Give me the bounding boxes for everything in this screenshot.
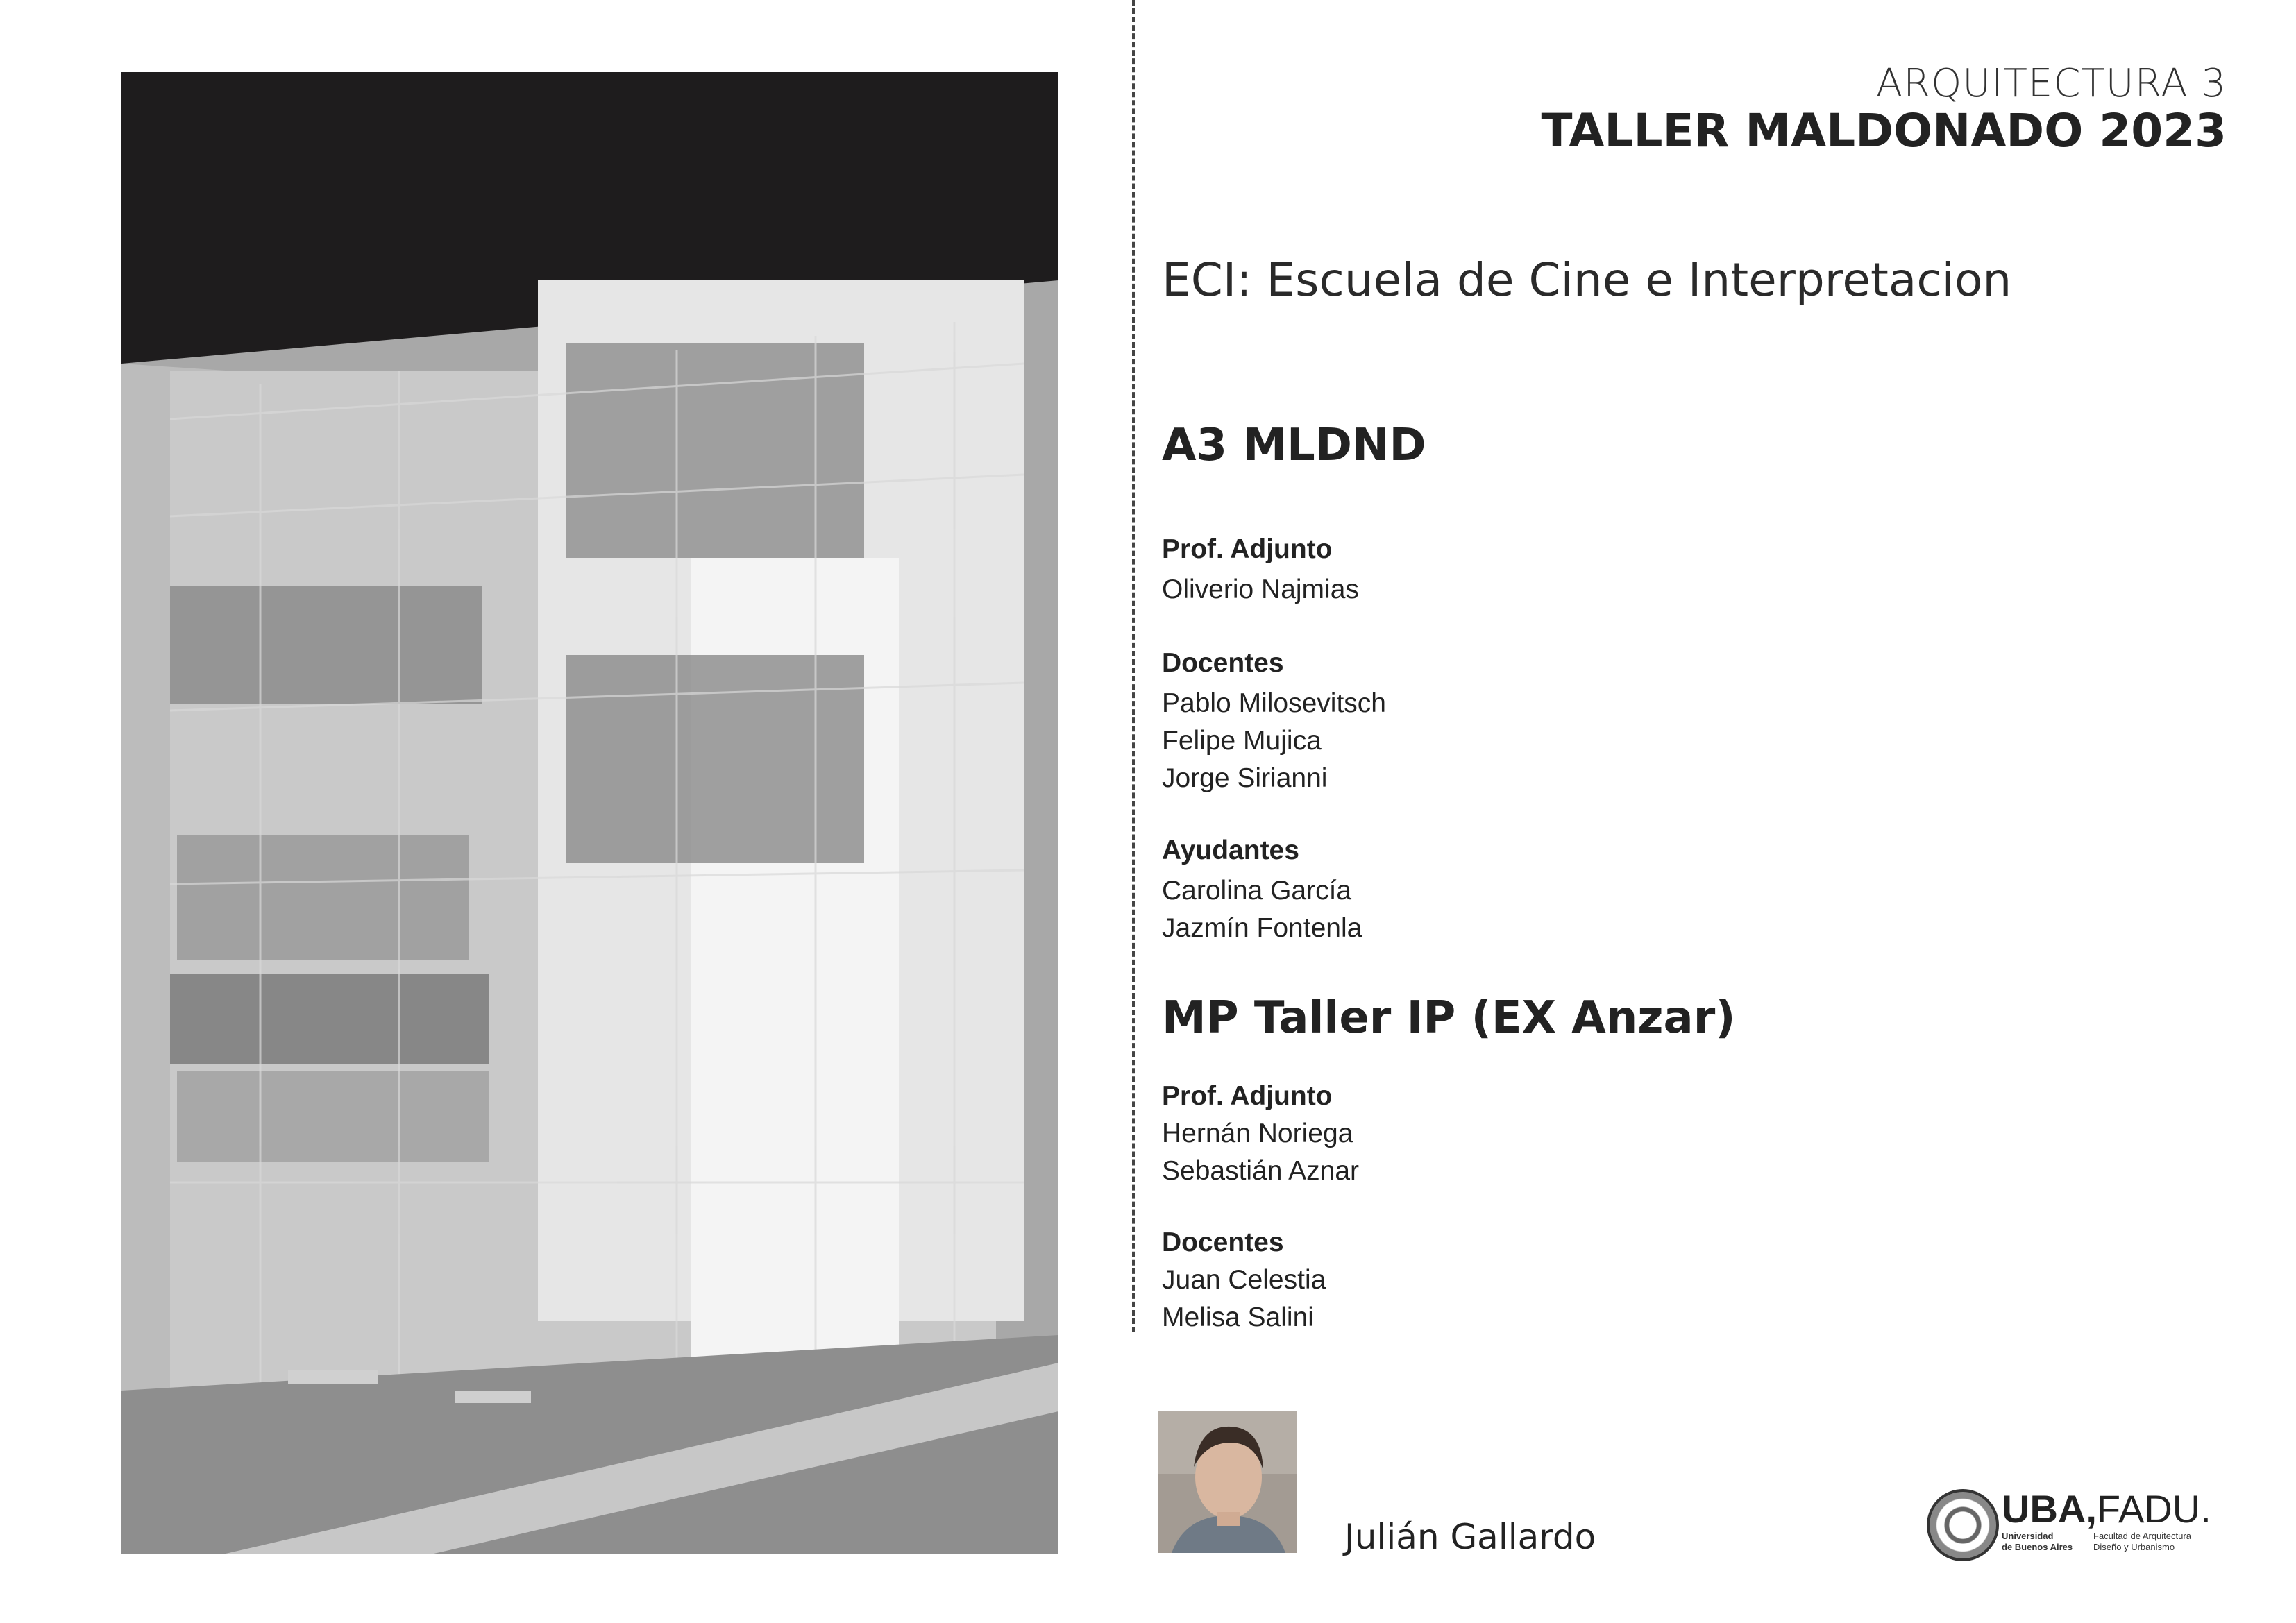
workshop-name: TALLER MALDONADO 2023 [1541, 104, 2227, 158]
mp-prof-group: Prof. Adjunto Hernán Noriega Sebastián A… [1162, 1078, 1359, 1190]
a3-docentes-group: Docentes Pablo Milosevitsch Felipe Mujic… [1162, 645, 1386, 797]
section-title-a3: A3 MLDND [1162, 420, 1426, 471]
person-name: Hernán Noriega [1162, 1119, 1353, 1148]
role-heading: Ayudantes [1162, 835, 1299, 865]
person-name: Melisa Salini [1162, 1302, 1314, 1332]
logo-university-text: Universidad de Buenos Aires [2002, 1531, 2073, 1552]
university-seal-icon [1927, 1489, 1999, 1561]
dashed-divider [1132, 0, 1135, 1332]
role-heading: Prof. Adjunto [1162, 534, 1333, 564]
a3-ayudantes-group: Ayudantes Carolina García Jazmín Fontenl… [1162, 832, 1362, 947]
logo-faculty-text: Facultad de Arquitectura Diseño y Urbani… [2093, 1531, 2191, 1552]
person-name: Juan Celestia [1162, 1265, 1326, 1295]
role-heading: Docentes [1162, 1227, 1284, 1257]
person-name: Oliverio Najmias [1162, 575, 1359, 604]
project-title: ECI: Escuela de Cine e Interpretacion [1162, 253, 2012, 307]
a3-prof-group: Prof. Adjunto Oliverio Najmias [1162, 531, 1359, 609]
section-title-mp: MP Taller IP (EX Anzar) [1162, 992, 1736, 1044]
student-name: Julián Gallardo [1344, 1517, 1596, 1557]
person-name: Felipe Mujica [1162, 726, 1322, 756]
logo-wordmark: UBA,FADU. [2002, 1487, 2211, 1531]
course-name: ARQUITECTURA 3 [1875, 61, 2227, 106]
building-model-photo [121, 72, 1058, 1554]
mp-docentes-group: Docentes Juan Celestia Melisa Salini [1162, 1224, 1326, 1336]
person-name: Jorge Sirianni [1162, 763, 1328, 793]
uba-fadu-logo: UBA,FADU. Universidad de Buenos Aires Fa… [1927, 1487, 2218, 1561]
role-heading: Docentes [1162, 648, 1284, 678]
student-portrait [1158, 1411, 1297, 1553]
person-name: Sebastián Aznar [1162, 1156, 1360, 1186]
role-heading: Prof. Adjunto [1162, 1081, 1333, 1111]
person-name: Carolina García [1162, 876, 1352, 906]
person-name: Jazmín Fontenla [1162, 913, 1362, 943]
person-name: Pablo Milosevitsch [1162, 688, 1386, 718]
